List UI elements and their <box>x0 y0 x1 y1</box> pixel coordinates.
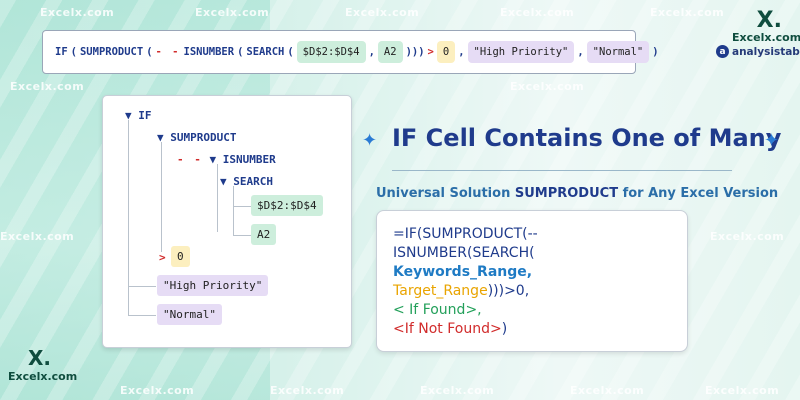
syntax-text: )))>0, <box>487 283 530 299</box>
close-parens: ))) <box>405 46 425 58</box>
title-divider <box>392 170 732 171</box>
subtitle-text: Universal Solution <box>376 186 515 201</box>
syntax-line-keywords: Keywords_Range, <box>393 264 533 280</box>
analysistabs-icon: a <box>716 45 729 58</box>
tree-node-if: ▼ IF <box>125 109 152 122</box>
syntax-line: =IF(SUMPRODUCT(-- <box>393 226 538 242</box>
fn-if: IF <box>55 46 68 58</box>
sparkle-icon: ✦ <box>764 130 780 151</box>
tree-node-sumproduct: ▼ SUMPRODUCT <box>157 131 236 144</box>
syntax-if-not-found: <If Not Found> <box>393 321 502 337</box>
watermark: Excelx.com <box>650 6 725 19</box>
watermark: Excelx.com <box>710 230 785 243</box>
watermark: Excelx.com <box>705 384 780 397</box>
comma: , <box>458 46 465 58</box>
tree-connector <box>128 315 156 316</box>
excelx-logo-mark: X. <box>28 346 52 370</box>
watermark: Excelx.com <box>500 6 575 19</box>
tree-connector <box>233 235 251 236</box>
triangle-down-icon: ▼ <box>157 131 171 144</box>
tree-connector <box>128 286 156 287</box>
high-priority-chip: "High Priority" <box>467 41 575 63</box>
subtitle-text: for Any Excel Version <box>618 186 779 201</box>
tree-connector <box>161 142 162 252</box>
sparkle-icon: ✦ <box>362 130 378 151</box>
triangle-down-icon: ▼ <box>209 153 223 166</box>
tree-node-label: SUMPRODUCT <box>170 131 237 144</box>
double-unary: - - <box>177 153 203 166</box>
syntax-line: ISNUMBER(SEARCH( <box>393 245 535 261</box>
zero-chip: 0 <box>436 41 456 63</box>
excelx-logo-mark: X. <box>756 8 782 33</box>
greater-than-operator: > <box>427 46 434 58</box>
syntax-line: Target_Range)))>0, <box>393 282 671 301</box>
excelx-site-name: Excelx.com <box>8 370 78 383</box>
syntax-text: ) <box>501 321 508 337</box>
fn-sumproduct: SUMPRODUCT <box>79 46 144 58</box>
tree-chip-target-cell: A2 <box>251 224 277 245</box>
paren: ( <box>237 46 244 58</box>
tree-node-label: IF <box>138 109 152 122</box>
comma: , <box>577 46 584 58</box>
paren: ( <box>287 46 294 58</box>
double-unary: - - <box>155 46 181 58</box>
keywords-range-chip: $D$2:$D$4 <box>296 41 366 63</box>
comma: , <box>368 46 375 58</box>
triangle-down-icon: ▼ <box>220 175 234 188</box>
tree-node-search: ▼ SEARCH <box>220 175 273 188</box>
watermark: Excelx.com <box>270 384 345 397</box>
syntax-card: =IF(SUMPRODUCT(-- ISNUMBER(SEARCH( Keywo… <box>376 210 688 352</box>
watermark: Excelx.com <box>0 230 75 243</box>
tree-chip-zero: 0 <box>171 246 190 267</box>
watermark: Excelx.com <box>420 384 495 397</box>
tree-connector <box>217 164 218 232</box>
analysistabs-logo: a analysistabs ® <box>716 45 800 58</box>
syntax-line: <If Not Found>) <box>393 320 671 339</box>
paren: ( <box>70 46 77 58</box>
formula-tree-card: ▼ IF ▼ SUMPRODUCT - - ▼ ISNUMBER ▼ SEARC… <box>102 95 352 348</box>
fn-isnumber: ISNUMBER <box>183 46 235 58</box>
formula-bar: IF ( SUMPRODUCT ( - - ISNUMBER ( SEARCH … <box>42 30 659 74</box>
watermark: Excelx.com <box>10 80 85 93</box>
watermark: Excelx.com <box>345 6 420 19</box>
tree-node-isnumber: - - ▼ ISNUMBER <box>177 153 276 166</box>
watermark: Excelx.com <box>120 384 195 397</box>
paren: ( <box>146 46 153 58</box>
page-title: IF Cell Contains One of Many <box>392 124 782 152</box>
target-cell-chip: A2 <box>377 41 403 63</box>
watermark: Excelx.com <box>510 80 585 93</box>
tree-node-label: ISNUMBER <box>222 153 276 166</box>
tree-chip-high-priority: "High Priority" <box>157 275 269 296</box>
close-paren: ) <box>652 46 659 58</box>
analysistabs-name: analysistabs <box>732 45 800 58</box>
syntax-target-range: Target_Range <box>393 283 488 299</box>
syntax-line-if-found: < If Found>, <box>393 302 482 318</box>
tree-node-label: SEARCH <box>233 175 273 188</box>
tree-connector <box>233 206 251 207</box>
watermark: Excelx.com <box>40 6 115 19</box>
watermark: Excelx.com <box>570 384 645 397</box>
tree-chip-normal: "Normal" <box>157 304 222 325</box>
tree-connector <box>233 186 234 236</box>
tree-chip-keywords-range: $D$2:$D$4 <box>251 195 323 216</box>
excelx-site-name: Excelx.com <box>732 31 800 44</box>
subtitle-emphasis: SUMPRODUCT <box>514 186 619 201</box>
fn-search: SEARCH <box>246 46 285 58</box>
triangle-down-icon: ▼ <box>125 109 139 122</box>
tree-greater-than: > <box>159 251 166 264</box>
watermark: Excelx.com <box>195 6 270 19</box>
normal-chip: "Normal" <box>586 41 650 63</box>
page-subtitle: Universal Solution SUMPRODUCT for Any Ex… <box>376 186 778 201</box>
